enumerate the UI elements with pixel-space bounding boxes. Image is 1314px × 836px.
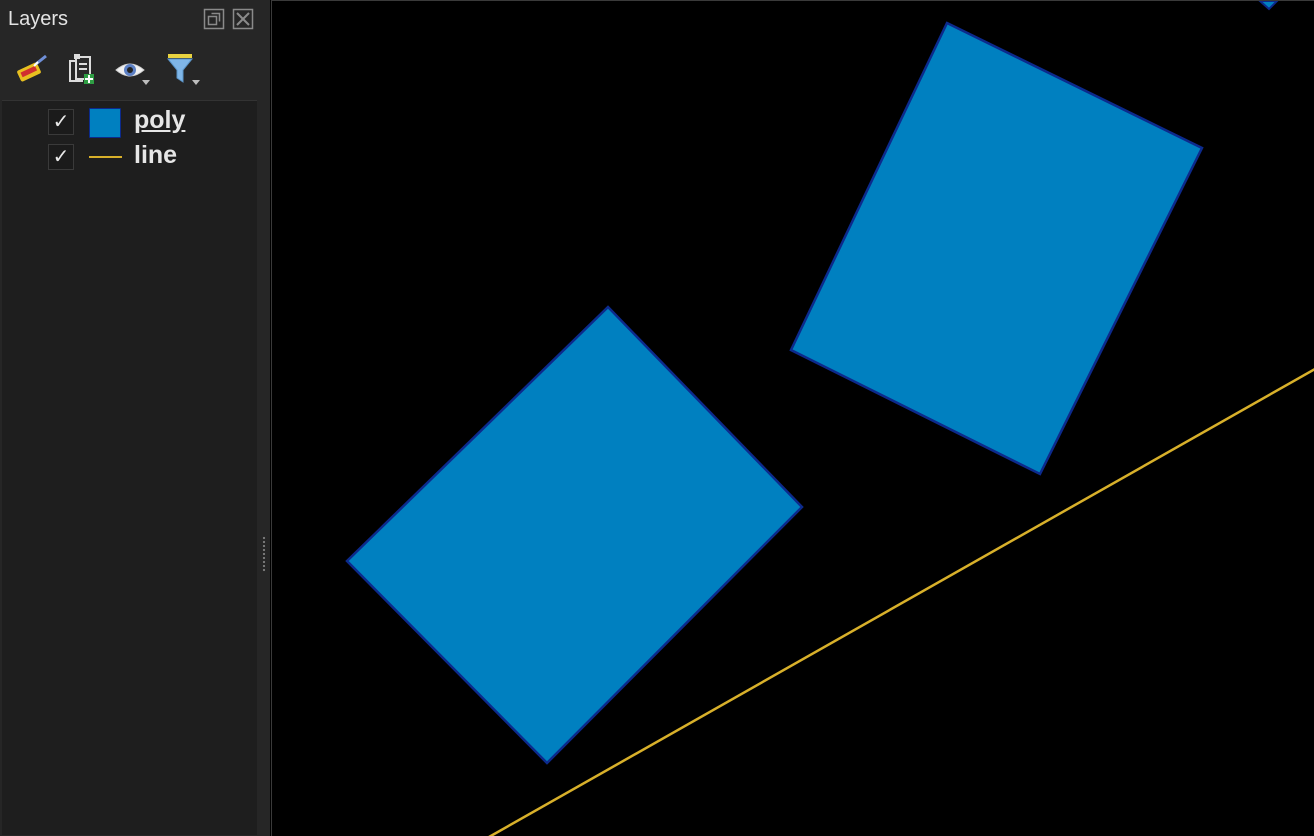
layer-row-poly[interactable]: ✓ poly	[2, 104, 257, 138]
polygon-feature[interactable]	[789, 21, 1204, 476]
close-panel-icon[interactable]	[232, 8, 254, 30]
polygon-feature[interactable]	[1258, 1, 1279, 11]
qgis-window: Layers ✓ poly ✓ line	[0, 0, 1314, 836]
layers-panel: Layers ✓ poly ✓ line	[0, 0, 270, 836]
map-render	[345, 1, 1314, 836]
layers-toolbar	[0, 48, 258, 92]
visibility-eye-icon[interactable]	[112, 50, 152, 90]
add-group-icon[interactable]	[62, 50, 102, 90]
layer-visibility-checkbox[interactable]: ✓	[48, 144, 74, 170]
layer-row-line[interactable]: ✓ line	[2, 139, 257, 173]
float-panel-icon[interactable]	[203, 8, 225, 30]
layer-name[interactable]: line	[134, 141, 177, 170]
filter-legend-icon[interactable]	[162, 50, 202, 90]
layer-name[interactable]: poly	[134, 106, 185, 135]
style-manager-icon[interactable]	[12, 50, 52, 90]
line-symbol-icon	[89, 156, 122, 158]
panel-splitter[interactable]	[258, 0, 270, 836]
map-canvas[interactable]	[271, 0, 1314, 836]
layers-panel-header: Layers	[0, 0, 270, 40]
polygon-symbol-icon	[89, 108, 121, 138]
splitter-grip-icon	[262, 536, 266, 572]
layer-tree: ✓ poly ✓ line	[2, 100, 257, 835]
layer-visibility-checkbox[interactable]: ✓	[48, 109, 74, 135]
polygon-feature[interactable]	[345, 305, 804, 765]
panel-title: Layers	[8, 8, 69, 30]
